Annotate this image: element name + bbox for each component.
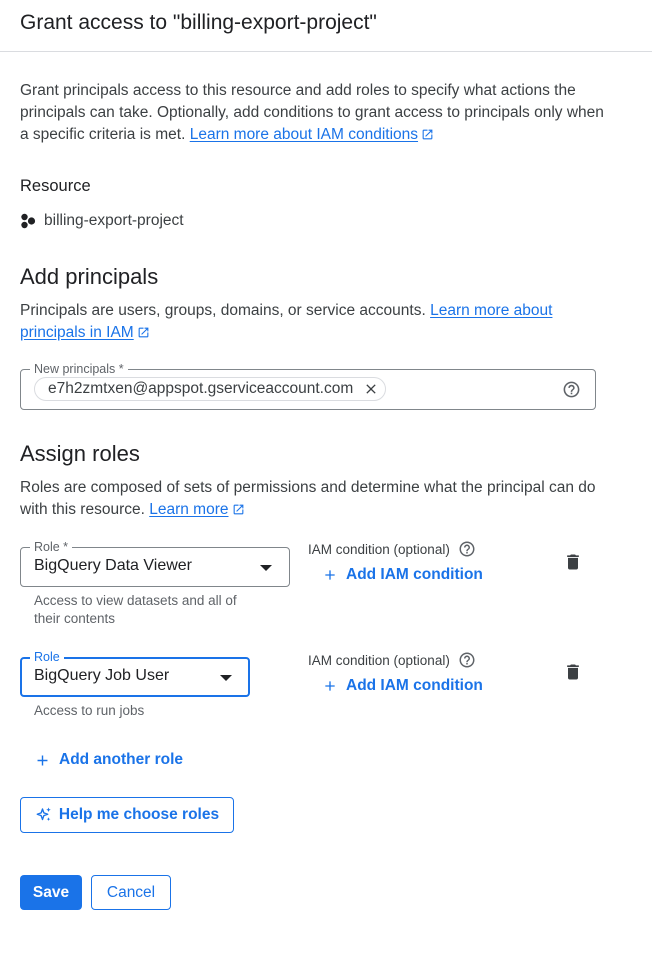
iam-condition-help-button[interactable] <box>458 540 476 558</box>
trash-icon <box>567 554 579 570</box>
cancel-button[interactable]: Cancel <box>91 875 171 910</box>
resource-name: billing-export-project <box>44 212 184 229</box>
iam-condition-label-row: IAM condition (optional) <box>308 540 476 558</box>
sparkle-icon <box>36 807 51 821</box>
role-select-1[interactable]: Role * BigQuery Data Viewer <box>20 539 290 587</box>
assign-roles-text: Roles are composed of sets of permission… <box>20 479 596 518</box>
principal-chip[interactable]: e7h2zmtxen@appspot.gserviceaccount.com <box>34 377 387 401</box>
principals-help-button[interactable] <box>562 380 581 399</box>
close-icon <box>366 384 376 394</box>
dropdown-arrow-icon <box>220 675 232 681</box>
role-hint: Access to run jobs <box>34 703 145 718</box>
add-iam-condition-button[interactable]: Add IAM condition <box>322 677 483 695</box>
new-principals-label: New principals * <box>30 361 128 377</box>
help-icon <box>563 381 580 398</box>
dropdown-arrow-icon <box>260 565 272 571</box>
iam-condition-label: IAM condition (optional) <box>308 541 450 557</box>
add-principals-text: Principals are users, groups, domains, o… <box>20 302 426 319</box>
role-select-label: Role <box>30 649 64 665</box>
add-another-role-button[interactable]: Add another role <box>34 751 183 769</box>
help-me-choose-roles-button[interactable]: Help me choose roles <box>20 797 234 833</box>
dialog-title: Grant access to "billing-export-project" <box>20 11 377 34</box>
iam-condition-label: IAM condition (optional) <box>308 652 450 668</box>
plus-icon <box>325 681 335 691</box>
trash-icon <box>567 664 579 680</box>
dialog-header: Grant access to "billing-export-project" <box>0 0 652 52</box>
learn-more-iam-conditions-link[interactable]: Learn more about IAM conditions <box>190 126 434 143</box>
help-icon <box>459 541 475 557</box>
delete-role-button[interactable] <box>563 662 583 687</box>
delete-role-button[interactable] <box>563 552 583 577</box>
plus-icon <box>325 570 335 580</box>
role-select-2[interactable]: Role BigQuery Job User <box>20 649 250 697</box>
plus-icon <box>37 755 48 765</box>
learn-more-roles-link[interactable]: Learn more <box>149 501 244 518</box>
role-select-value: BigQuery Data Viewer <box>34 557 192 574</box>
external-link-icon <box>138 327 149 338</box>
iam-condition-label-row: IAM condition (optional) <box>308 651 476 669</box>
project-icon <box>21 213 36 229</box>
external-link-icon <box>422 129 433 140</box>
principal-chip-text: e7h2zmtxen@appspot.gserviceaccount.com <box>48 380 354 397</box>
assign-roles-paragraph: Roles are composed of sets of permission… <box>20 477 610 521</box>
external-link-icon <box>233 504 243 515</box>
iam-condition-help-button[interactable] <box>458 651 476 669</box>
add-iam-condition-button[interactable]: Add IAM condition <box>322 566 483 584</box>
add-principals-paragraph: Principals are users, groups, domains, o… <box>20 300 610 344</box>
role-select-value: BigQuery Job User <box>34 667 170 684</box>
intro-paragraph: Grant principals access to this resource… <box>20 80 610 146</box>
help-icon <box>459 652 475 668</box>
role-hint: Access to view datasets and all of their… <box>34 593 237 626</box>
resource-row: billing-export-project <box>20 210 184 232</box>
role-select-label: Role * <box>30 539 73 555</box>
remove-principal-button[interactable] <box>363 381 379 397</box>
resource-heading: Resource <box>20 177 91 195</box>
add-principals-title: Add principals <box>20 264 159 289</box>
assign-roles-title: Assign roles <box>20 441 140 466</box>
save-button[interactable]: Save <box>20 875 82 910</box>
new-principals-field[interactable]: New principals * e7h2zmtxen@appspot.gser… <box>20 361 596 410</box>
